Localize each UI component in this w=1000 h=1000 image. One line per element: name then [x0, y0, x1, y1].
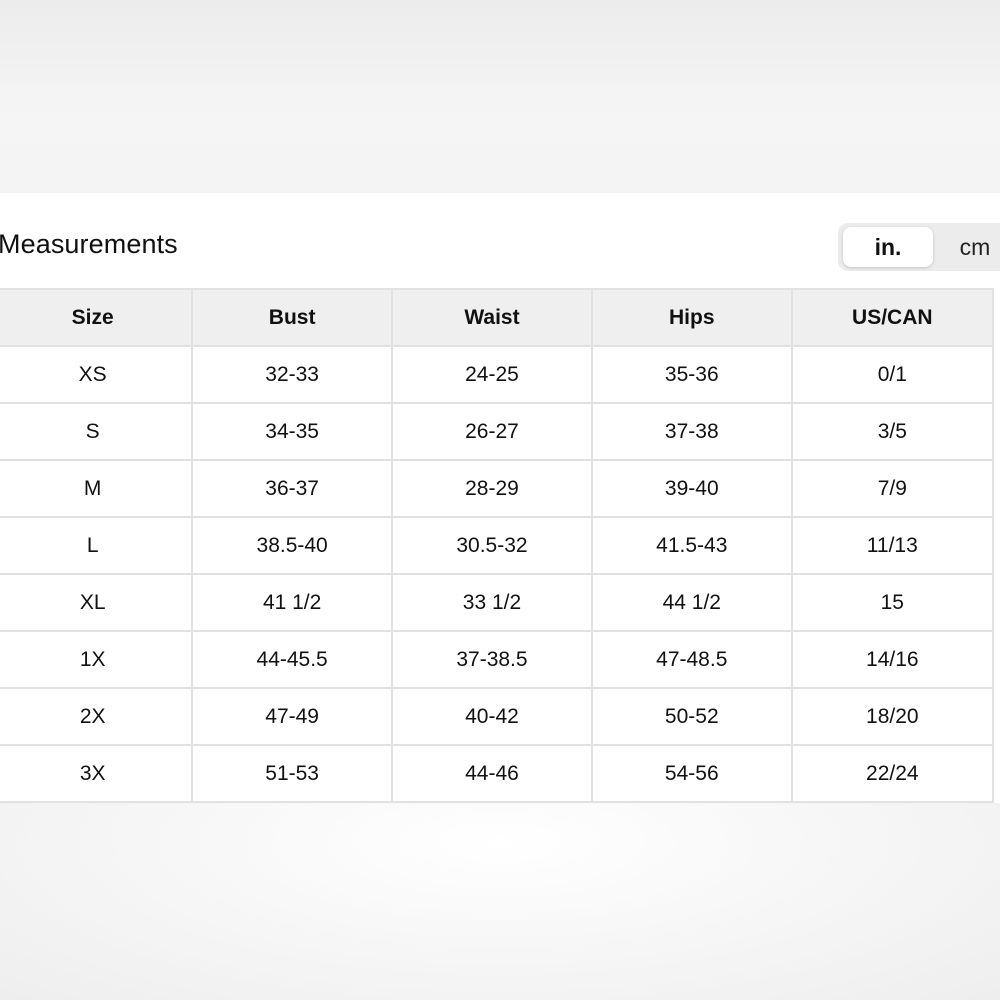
unit-toggle[interactable]: in. cm — [838, 223, 1000, 271]
cell-size: 1X — [0, 630, 194, 689]
cell-bust: 41 1/2 — [191, 573, 393, 632]
cell-us-can: 7/9 — [790, 459, 995, 518]
cell-hips: 37-38 — [590, 402, 793, 461]
cell-hips: 44 1/2 — [590, 573, 793, 632]
cell-us-can: 18/20 — [790, 687, 995, 746]
cell-hips: 47-48.5 — [590, 630, 793, 689]
background-bottom — [0, 803, 1000, 1000]
column-header-waist: Waist — [390, 288, 593, 347]
cell-us-can: 14/16 — [790, 630, 995, 689]
column-header-us-can: US/CAN — [790, 288, 995, 347]
cell-size: L — [0, 516, 194, 575]
unit-option-inches[interactable]: in. — [843, 227, 933, 267]
cell-us-can: 11/13 — [790, 516, 995, 575]
table-row: 2X 47-49 40-42 50-52 18/20 — [0, 687, 995, 746]
cell-us-can: 22/24 — [790, 744, 995, 803]
cell-bust: 34-35 — [191, 402, 393, 461]
cell-waist: 37-38.5 — [390, 630, 593, 689]
cell-us-can: 3/5 — [790, 402, 995, 461]
cell-bust: 51-53 — [191, 744, 393, 803]
cell-waist: 26-27 — [390, 402, 593, 461]
table-row: 3X 51-53 44-46 54-56 22/24 — [0, 744, 995, 803]
cell-hips: 50-52 — [590, 687, 793, 746]
cell-us-can: 15 — [790, 573, 995, 632]
cell-waist: 28-29 — [390, 459, 593, 518]
table-row: XL 41 1/2 33 1/2 44 1/2 15 — [0, 573, 995, 632]
cell-waist: 44-46 — [390, 744, 593, 803]
column-header-bust: Bust — [191, 288, 393, 347]
cell-bust: 44-45.5 — [191, 630, 393, 689]
cell-hips: 35-36 — [590, 345, 793, 404]
cell-hips: 54-56 — [590, 744, 793, 803]
measurements-title: Measurements — [0, 229, 178, 259]
cell-hips: 41.5-43 — [590, 516, 793, 575]
column-header-size: Size — [0, 288, 194, 347]
cell-size: 3X — [0, 744, 194, 803]
table-row: M 36-37 28-29 39-40 7/9 — [0, 459, 995, 518]
table-row: L 38.5-40 30.5-32 41.5-43 11/13 — [0, 516, 995, 575]
cell-waist: 30.5-32 — [390, 516, 593, 575]
column-header-hips: Hips — [590, 288, 793, 347]
cell-waist: 40-42 — [390, 687, 593, 746]
cell-size: XL — [0, 573, 194, 632]
measurements-panel: Measurements in. cm Size Bust Waist Hips… — [0, 193, 1000, 803]
cell-size: S — [0, 402, 194, 461]
table-row: 1X 44-45.5 37-38.5 47-48.5 14/16 — [0, 630, 995, 689]
cell-us-can: 0/1 — [790, 345, 995, 404]
cell-size: M — [0, 459, 194, 518]
cell-hips: 39-40 — [590, 459, 793, 518]
cell-bust: 36-37 — [191, 459, 393, 518]
cell-bust: 32-33 — [191, 345, 393, 404]
cell-bust: 38.5-40 — [191, 516, 393, 575]
cell-waist: 24-25 — [390, 345, 593, 404]
table-row: S 34-35 26-27 37-38 3/5 — [0, 402, 995, 461]
table-row: XS 32-33 24-25 35-36 0/1 — [0, 345, 995, 404]
cell-bust: 47-49 — [191, 687, 393, 746]
table-header-row: Size Bust Waist Hips US/CAN — [0, 288, 995, 347]
unit-option-cm[interactable]: cm — [940, 227, 1000, 267]
cell-waist: 33 1/2 — [390, 573, 593, 632]
cell-size: XS — [0, 345, 194, 404]
background-top — [0, 0, 1000, 193]
cell-size: 2X — [0, 687, 194, 746]
size-chart-table: Size Bust Waist Hips US/CAN XS 32-33 24-… — [0, 288, 995, 803]
